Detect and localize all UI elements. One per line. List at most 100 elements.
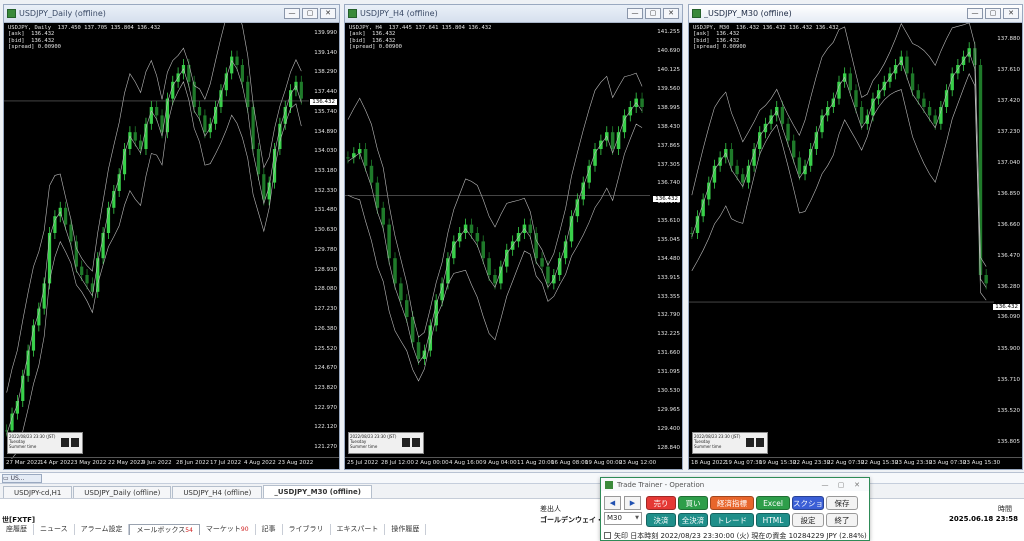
chart-window-m30[interactable]: _USDJPY_M30 (offline) — ▢ ✕ USDJPY, M30 … (688, 4, 1023, 470)
time-column-header[interactable]: 時間 (998, 504, 1012, 514)
mini-button[interactable] (61, 438, 69, 447)
window-tab-active[interactable]: _USDJPY_M30 (offline) (263, 485, 372, 498)
settings-button[interactable]: 設定 (792, 513, 824, 527)
candle-plot[interactable] (4, 23, 309, 459)
candle-plot[interactable] (345, 23, 650, 459)
candle-body (387, 224, 391, 259)
minimize-button[interactable]: — (627, 8, 643, 19)
price-tick-label: 128.080 (314, 286, 337, 293)
minimized-window[interactable]: ▭ US... (2, 474, 42, 483)
screenshot-button[interactable]: スクショ (792, 496, 824, 510)
settle-all-button[interactable]: 全決済 (678, 513, 708, 527)
mini-button[interactable] (71, 438, 79, 447)
price-tick-label: 131.480 (314, 207, 337, 214)
price-scale[interactable]: 137.880 137.610 137.420 137.230 137.040 136.8… (992, 23, 1022, 457)
arrow-checkbox[interactable] (604, 532, 611, 539)
chevron-down-icon: ▼ (635, 515, 639, 521)
time-scale[interactable]: 25 Jul 2022 28 Jul 12:00 2 Aug 00:00 4 Aug … (345, 457, 682, 469)
trade-button[interactable]: トレード (710, 513, 754, 527)
time-tick-label: 4 Aug 2022 (244, 460, 276, 466)
html-button[interactable]: HTML (756, 513, 790, 527)
price-chart[interactable]: USDJPY, Daily 137.450 137.705 135.804 13… (4, 23, 339, 469)
chart-window-daily[interactable]: USDJPY_Daily (offline) — ▢ ✕ USDJPY, Dai… (3, 4, 340, 470)
terminal-tab-market[interactable]: マーケット90 (200, 524, 256, 535)
window-titlebar[interactable]: USDJPY_H4 (offline) — ▢ ✕ (345, 5, 682, 23)
chart-window-h4[interactable]: USDJPY_H4 (offline) — ▢ ✕ USDJPY, H4 137… (344, 4, 683, 470)
window-tab[interactable]: USDJPY-cd,H1 (3, 486, 73, 498)
maximize-button[interactable]: ▢ (302, 8, 318, 19)
terminal-tabs: 座履歴 ニュース アラーム設定 メールボックス54 マーケット90 記事 ライブ… (0, 524, 1024, 536)
mini-button[interactable] (756, 438, 764, 447)
save-button[interactable]: 保存 (826, 496, 858, 510)
price-tick-label: 132.790 (657, 312, 680, 319)
candle-plot[interactable] (689, 23, 994, 459)
price-tick-label: 137.440 (314, 89, 337, 96)
candle-body (792, 140, 796, 158)
mini-button[interactable] (402, 438, 410, 447)
minimize-button[interactable]: — (284, 8, 300, 19)
window-tab[interactable]: USDJPY_Daily (offline) (73, 486, 172, 498)
close-button[interactable]: ✕ (1003, 8, 1019, 19)
sell-button[interactable]: 売り (646, 496, 676, 510)
tab-label: ニュース (40, 525, 68, 533)
close-icon[interactable]: ✕ (849, 481, 865, 489)
terminal-tab[interactable]: エキスパート (331, 524, 386, 535)
mini-button[interactable] (412, 438, 420, 447)
terminal-tab-mailbox[interactable]: メールボックス54 (129, 524, 200, 535)
terminal-tab[interactable]: ライブラリ (283, 524, 331, 535)
time-tick-label: 2 Aug 00:00 (415, 460, 449, 466)
timeframe-select[interactable]: M30 ▼ (604, 512, 642, 525)
minimize-icon[interactable]: — (817, 481, 833, 489)
price-scale[interactable]: 139.990 139.140 138.290 137.440 135.740 134.8… (309, 23, 339, 457)
candle-body (786, 123, 790, 141)
close-button[interactable]: ✕ (663, 8, 679, 19)
maximize-button[interactable]: ▢ (985, 8, 1001, 19)
close-button[interactable]: ✕ (320, 8, 336, 19)
maximize-icon[interactable]: ▢ (833, 481, 849, 489)
trainer-titlebar[interactable]: Trade Trainer - Operation — ▢ ✕ (601, 478, 869, 491)
terminal-tab[interactable]: 記事 (256, 524, 283, 535)
price-chart[interactable]: USDJPY, M30 136.432 136.432 136.432 136.… (689, 23, 1022, 469)
time-scale[interactable]: 18 Aug 2022 19 Aug 07:30 19 Aug 15:30 22 Au… (689, 457, 1022, 469)
trade-trainer-window[interactable]: Trade Trainer - Operation — ▢ ✕ ◀ ▶ M30 ▼… (600, 477, 870, 541)
tab-label: 座履歴 (6, 525, 27, 533)
maximize-button[interactable]: ▢ (645, 8, 661, 19)
terminal-tab[interactable]: ニュース (34, 524, 75, 535)
price-tick-label: 122.970 (314, 404, 337, 411)
minimize-button[interactable]: — (967, 8, 983, 19)
time-scale[interactable]: 27 Mar 2022 14 Apr 2022 3 May 2022 22 May 2… (4, 457, 339, 469)
window-tab[interactable]: USDJPY_H4 (offline) (172, 486, 263, 498)
terminal-tab[interactable]: アラーム設定 (75, 524, 130, 535)
time-tick-label: 22 May 2022 (108, 460, 144, 466)
price-tick-label: 133.180 (314, 167, 337, 174)
candle-body (984, 275, 988, 284)
buy-button[interactable]: 買い (678, 496, 708, 510)
candle-body (299, 81, 303, 99)
exit-button[interactable]: 終了 (826, 513, 858, 527)
candle-body (905, 56, 909, 74)
issuer-column-header[interactable]: 差出人 (540, 504, 561, 514)
price-scale[interactable]: 141.255 140.690 140.125 139.560 138.995 138.4… (650, 23, 682, 457)
candle-body (729, 149, 734, 166)
terminal-tab[interactable]: 操作履歴 (385, 524, 427, 535)
window-titlebar[interactable]: USDJPY_Daily (offline) — ▢ ✕ (4, 5, 339, 23)
candle-body (854, 90, 858, 107)
time-tick-label: 11 Aug 20:00 (517, 460, 555, 466)
econ-indicator-button[interactable]: 経済指標 (710, 496, 754, 510)
settle-button[interactable]: 決済 (646, 513, 676, 527)
mini-button[interactable] (746, 438, 754, 447)
price-tick-label: 140.125 (657, 67, 680, 74)
step-back-icon[interactable]: ◀ (604, 496, 621, 510)
candle-body (534, 233, 538, 259)
candle-body (375, 182, 380, 208)
candle-body (197, 107, 202, 116)
window-titlebar[interactable]: _USDJPY_M30 (offline) — ▢ ✕ (689, 5, 1022, 23)
candle-body (933, 115, 937, 124)
terminal-tab[interactable]: 座履歴 (0, 524, 34, 535)
excel-button[interactable]: Excel (756, 496, 790, 510)
step-forward-icon[interactable]: ▶ (624, 496, 641, 510)
time-tick-label: 19 Aug 15:30 (759, 460, 797, 466)
price-chart[interactable]: USDJPY, H4 137.445 137.641 135.804 136.4… (345, 23, 682, 469)
candle-body (393, 258, 397, 284)
candle-body (381, 207, 385, 225)
